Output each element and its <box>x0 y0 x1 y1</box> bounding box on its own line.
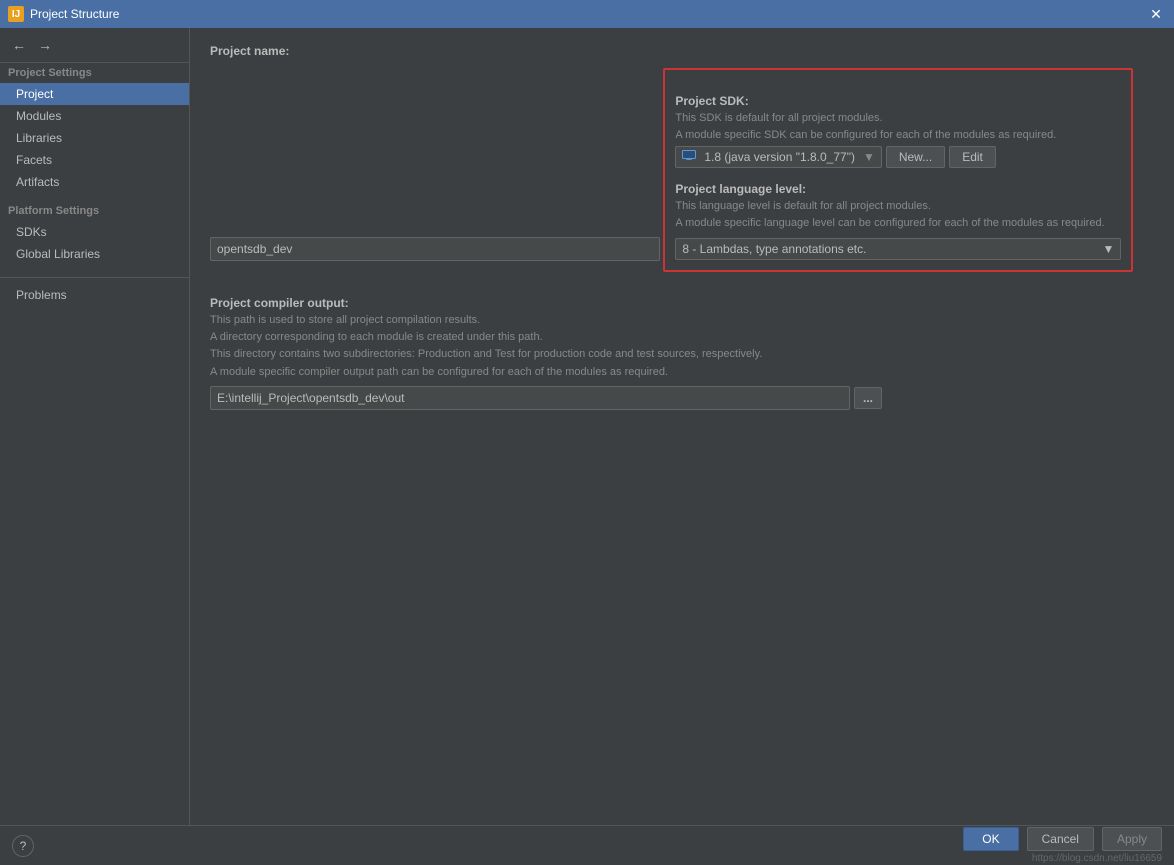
project-name-label: Project name: <box>210 44 1154 58</box>
edit-sdk-button[interactable]: Edit <box>949 146 996 168</box>
compiler-output-desc3: This directory contains two subdirectori… <box>210 347 1154 362</box>
language-level-desc2: A module specific language level can be … <box>675 216 1121 231</box>
apply-button[interactable]: Apply <box>1102 827 1162 851</box>
title-bar-left: IJ Project Structure <box>8 6 119 22</box>
sidebar-item-global-libraries[interactable]: Global Libraries <box>0 243 189 265</box>
project-settings-header: Project Settings <box>0 63 189 83</box>
main-content: ← → Project Settings Project Modules Lib… <box>0 28 1174 825</box>
ok-button[interactable]: OK <box>963 827 1018 851</box>
app-icon: IJ <box>8 6 24 22</box>
back-button[interactable]: ← <box>8 34 30 56</box>
project-sdk-title: Project SDK: <box>675 94 1121 108</box>
language-level-row: 8 - Lambdas, type annotations etc. ▼ <box>675 238 1121 260</box>
project-sdk-desc1: This SDK is default for all project modu… <box>675 111 1121 126</box>
bottom-bar-right: OK Cancel Apply https://blog.csdn.net/li… <box>963 827 1162 864</box>
browse-button[interactable]: ... <box>854 387 882 409</box>
sdk-value: 1.8 (java version "1.8.0_77") <box>704 150 855 164</box>
sidebar-item-facets[interactable]: Facets <box>0 149 189 171</box>
compiler-output-title: Project compiler output: <box>210 296 1154 310</box>
bottom-bar-left: ? <box>12 835 34 857</box>
monitor-icon <box>682 150 696 164</box>
bottom-bar: ? OK Cancel Apply https://blog.csdn.net/… <box>0 825 1174 865</box>
compiler-output-input[interactable] <box>210 386 850 410</box>
sidebar-item-modules[interactable]: Modules <box>0 105 189 127</box>
right-panel: Project name: Project SDK: This SDK is d… <box>190 28 1174 825</box>
action-buttons: OK Cancel Apply <box>963 827 1162 851</box>
language-level-select[interactable]: 8 - Lambdas, type annotations etc. ▼ <box>675 238 1121 260</box>
language-level-value: 8 - Lambdas, type annotations etc. <box>682 242 866 256</box>
sdk-language-box: Project SDK: This SDK is default for all… <box>663 68 1133 272</box>
sidebar-nav-buttons: ← → <box>0 28 189 63</box>
language-level-title: Project language level: <box>675 182 1121 196</box>
sidebar-item-problems[interactable]: Problems <box>0 284 189 306</box>
language-level-desc1: This language level is default for all p… <box>675 199 1121 214</box>
sidebar-item-artifacts[interactable]: Artifacts <box>0 171 189 193</box>
title-bar: IJ Project Structure ✕ <box>0 0 1174 28</box>
compiler-output-row: ... <box>210 386 1154 410</box>
sidebar-item-sdks[interactable]: SDKs <box>0 221 189 243</box>
project-sdk-desc2: A module specific SDK can be configured … <box>675 128 1121 143</box>
sdk-row: 1.8 (java version "1.8.0_77") ▼ New... E… <box>675 146 1121 168</box>
sidebar-item-libraries[interactable]: Libraries <box>0 127 189 149</box>
close-button[interactable]: ✕ <box>1146 4 1166 24</box>
compiler-output-desc1: This path is used to store all project c… <box>210 313 1154 328</box>
language-level-arrow: ▼ <box>1102 242 1114 256</box>
compiler-output-desc2: A directory corresponding to each module… <box>210 330 1154 345</box>
dialog-title: Project Structure <box>30 7 119 21</box>
cancel-button[interactable]: Cancel <box>1027 827 1094 851</box>
new-sdk-button[interactable]: New... <box>886 146 945 168</box>
sdk-dropdown-arrow: ▼ <box>863 150 875 164</box>
platform-settings-header: Platform Settings <box>0 201 189 221</box>
sidebar-bottom-section: Problems <box>0 277 189 306</box>
watermark: https://blog.csdn.net/liu16659 <box>1032 853 1162 864</box>
sidebar-item-project[interactable]: Project <box>0 83 189 105</box>
forward-button[interactable]: → <box>34 34 56 56</box>
compiler-output-desc4: A module specific compiler output path c… <box>210 365 1154 380</box>
sdk-select[interactable]: 1.8 (java version "1.8.0_77") ▼ <box>675 146 882 168</box>
help-button[interactable]: ? <box>12 835 34 857</box>
project-name-input[interactable] <box>210 237 660 261</box>
sidebar: ← → Project Settings Project Modules Lib… <box>0 28 190 825</box>
